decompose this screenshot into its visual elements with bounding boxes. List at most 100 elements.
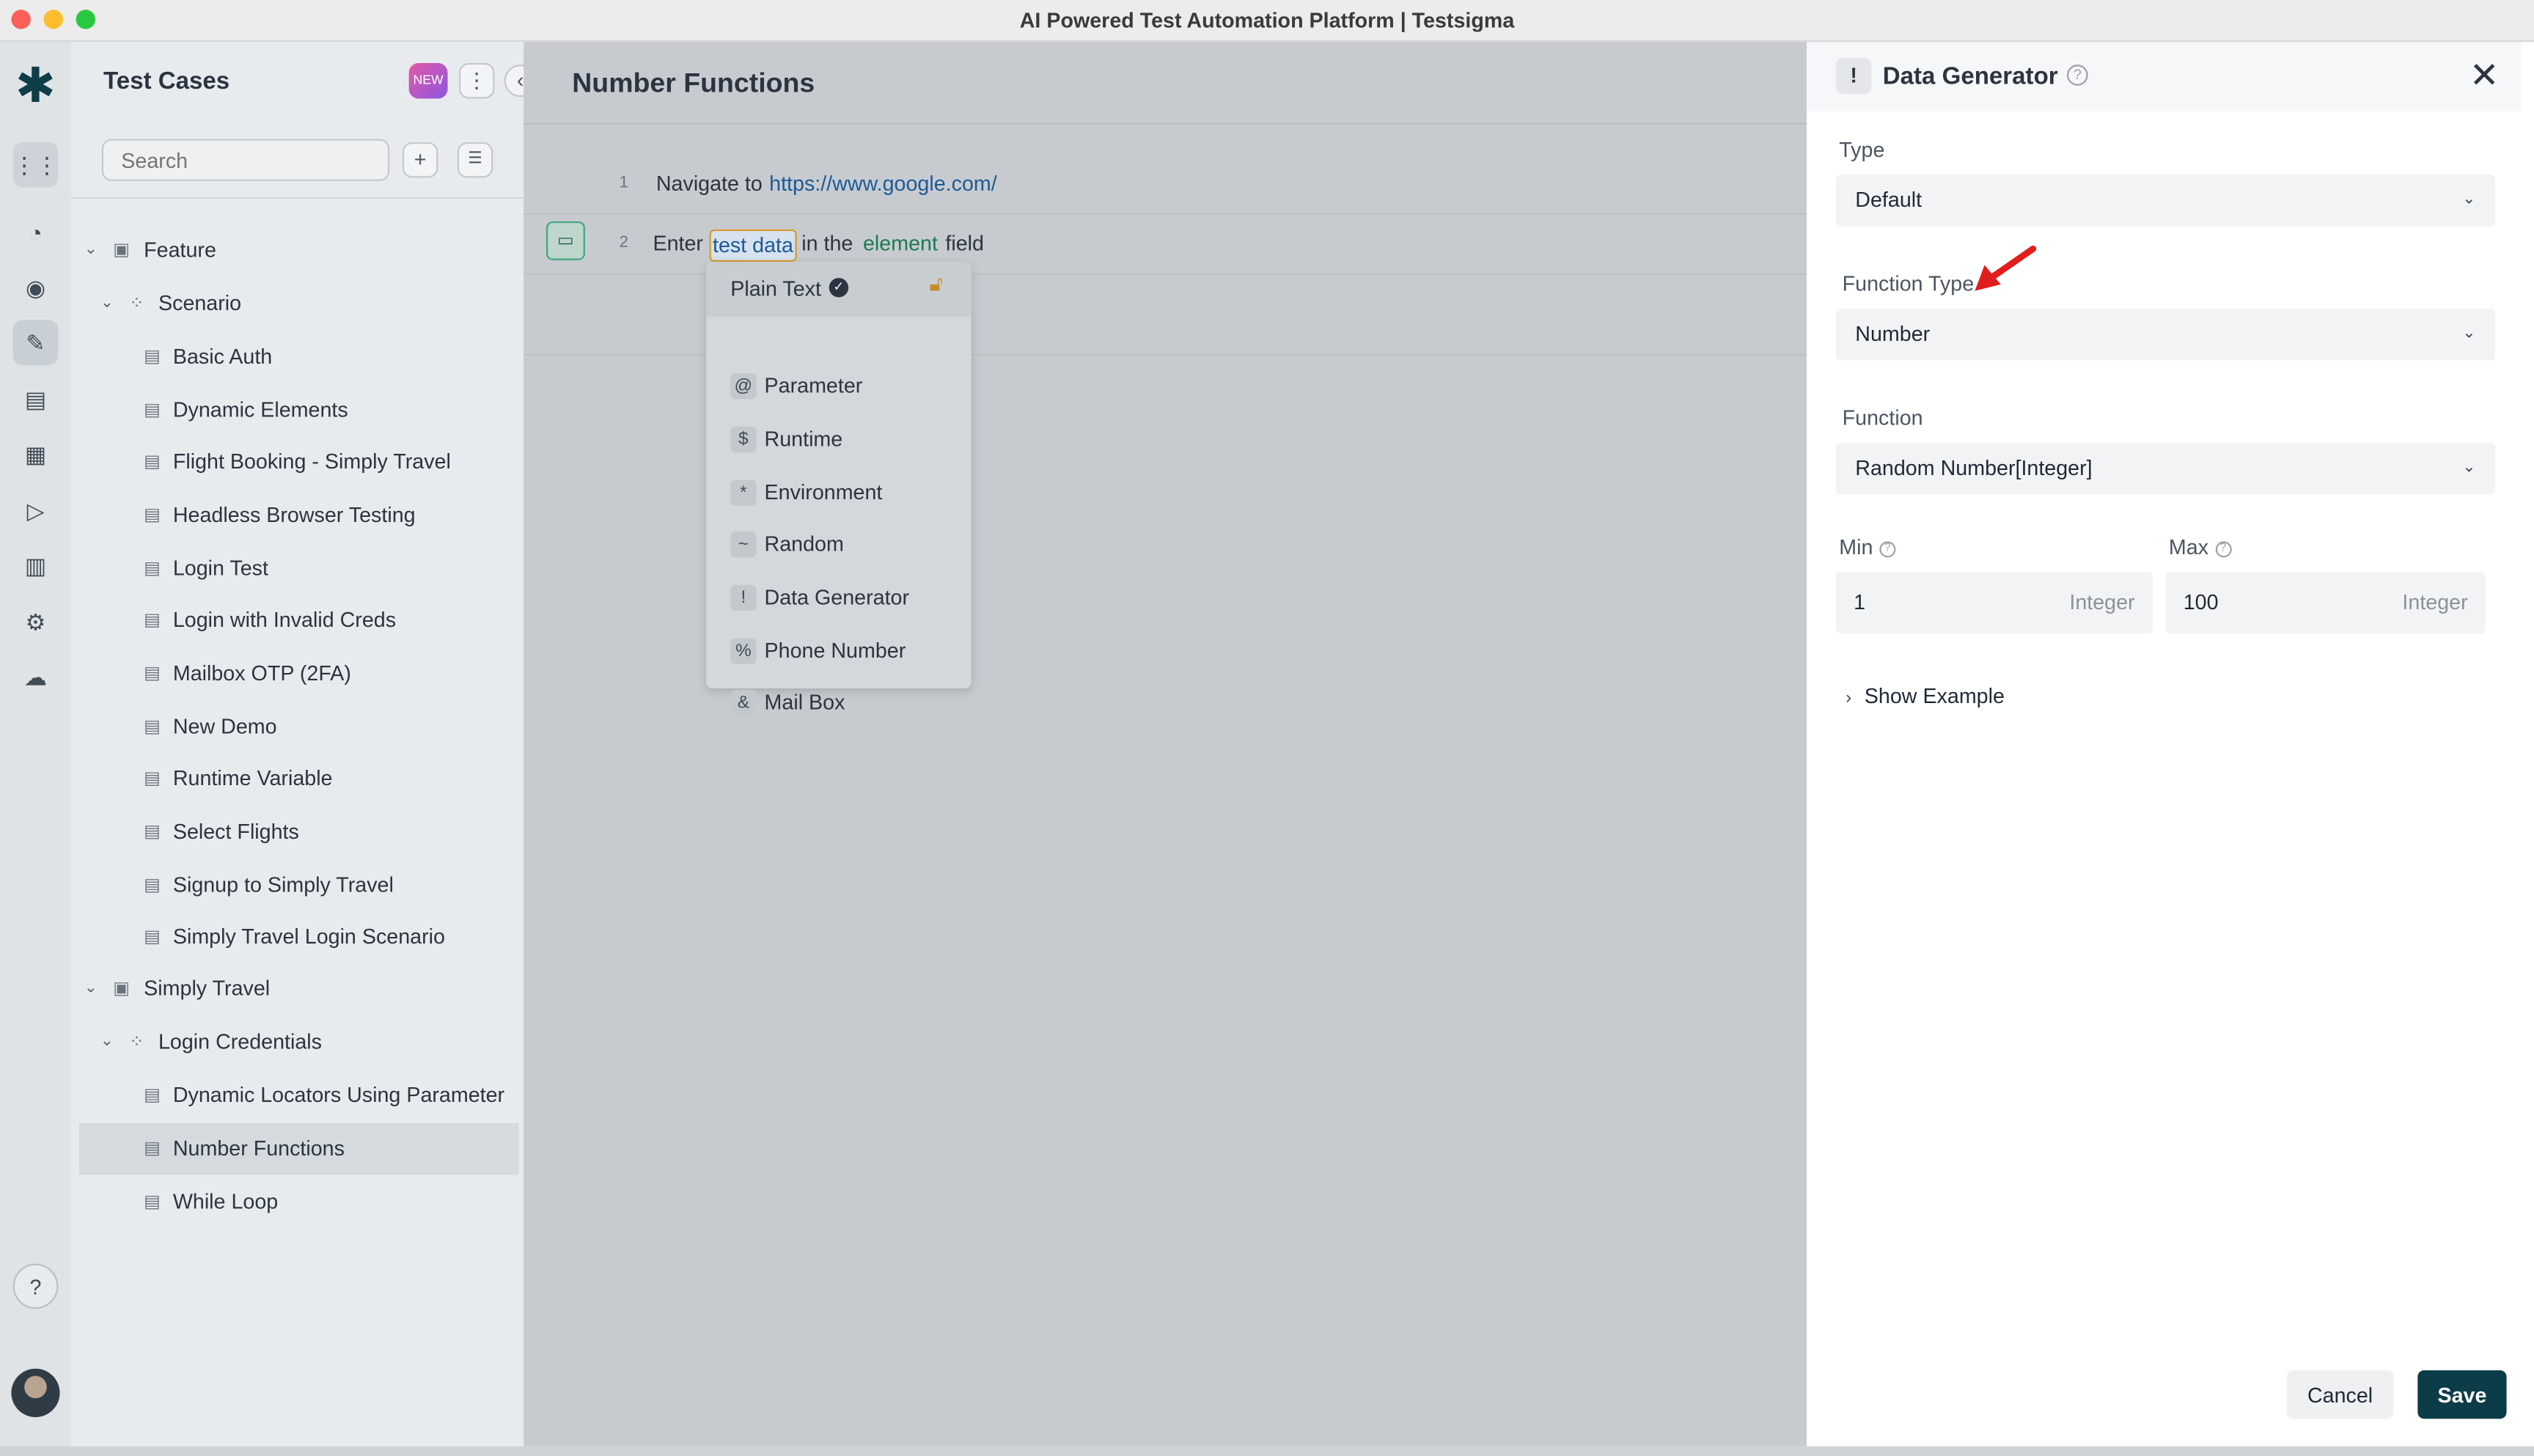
document-icon: ▤ bbox=[144, 1192, 161, 1213]
tree-case[interactable]: ▤ Headless Browser Testing bbox=[79, 490, 519, 542]
add-test-case-button[interactable]: + bbox=[402, 141, 438, 178]
step-number: 2 bbox=[619, 234, 628, 252]
tree-folder-simply-travel[interactable]: ⌄ ▣ Simply Travel bbox=[79, 963, 519, 1015]
chevron-down-icon: ⌄ bbox=[2462, 458, 2476, 477]
test-data-icon[interactable]: ▤ bbox=[13, 377, 59, 422]
save-button[interactable]: Save bbox=[2417, 1370, 2507, 1419]
checklist-button[interactable]: ☰ bbox=[457, 141, 493, 178]
function-select-value: Random Number[Integer] bbox=[1855, 455, 2093, 480]
data-generator-glyph-icon: ! bbox=[730, 584, 757, 611]
elements-icon[interactable]: ▦ bbox=[13, 431, 59, 477]
ai-agent-icon[interactable]: ◉ bbox=[13, 265, 59, 310]
menu-item-data-generator[interactable]: ! Data Generator bbox=[706, 572, 971, 624]
menu-item-plain-text[interactable]: Plain Text ✓ 🔓︎ bbox=[706, 262, 972, 317]
tree-case[interactable]: ▤ Basic Auth bbox=[79, 331, 519, 383]
data-generator-icon: ! bbox=[1835, 58, 1872, 94]
menu-item-parameter[interactable]: @ Parameter bbox=[706, 361, 971, 413]
runtime-glyph-icon: $ bbox=[730, 426, 757, 453]
tree-item-label: Headless Browser Testing bbox=[172, 502, 416, 527]
tree-item-label: Feature bbox=[144, 238, 216, 262]
help-circle-icon[interactable]: ? bbox=[1879, 540, 1896, 557]
tree-item-label: Simply Travel Login Scenario bbox=[172, 924, 445, 949]
help-icon[interactable]: ? bbox=[12, 1263, 59, 1309]
max-label: Max? bbox=[2169, 535, 2231, 559]
document-icon: ▤ bbox=[144, 822, 161, 842]
folder-icon: ▣ bbox=[113, 979, 131, 999]
test-cases-icon[interactable]: ✎ bbox=[12, 320, 59, 366]
test-cases-sidebar: Test Cases NEW ⋮ ‹ + ☰ ⌄ ▣ Feature ⌄ ⁘ S… bbox=[70, 42, 537, 1446]
menu-item-mail-box[interactable]: & Mail Box bbox=[706, 677, 971, 726]
min-label: Min? bbox=[1839, 535, 1896, 559]
menu-item-environment[interactable]: * Environment bbox=[706, 467, 971, 519]
chevron-down-icon[interactable]: ⌄ bbox=[84, 224, 98, 276]
tree-case[interactable]: ▤ Runtime Variable bbox=[79, 753, 519, 805]
tree-case[interactable]: ▤ Login with Invalid Creds bbox=[79, 595, 519, 647]
settings-icon[interactable]: ⚙ bbox=[13, 600, 59, 645]
more-options-icon[interactable]: ⋮ bbox=[458, 62, 495, 99]
tree-case[interactable]: ▤ While Loop bbox=[79, 1177, 519, 1229]
chevron-down-icon[interactable]: ⌄ bbox=[100, 278, 114, 330]
new-feature-badge[interactable]: NEW bbox=[408, 62, 448, 99]
test-step-1[interactable]: 1 Navigate to https://www.google.com/ bbox=[524, 153, 1807, 216]
search-input[interactable] bbox=[101, 139, 390, 181]
test-data-chip[interactable]: test data bbox=[709, 229, 797, 262]
menu-item-label: Runtime bbox=[764, 426, 843, 451]
tree-case[interactable]: ▤ Login Test bbox=[79, 543, 519, 595]
min-value: 1 bbox=[1854, 589, 1866, 614]
tree-case[interactable]: ▤ Dynamic Elements bbox=[79, 385, 519, 437]
min-input[interactable]: 1 Integer bbox=[1835, 572, 2153, 634]
document-icon: ▤ bbox=[144, 663, 161, 684]
tree-group-scenario[interactable]: ⌄ ⁘ Scenario bbox=[79, 278, 519, 330]
tree-item-label: New Demo bbox=[172, 714, 277, 739]
close-icon[interactable]: ✕ bbox=[2469, 57, 2500, 93]
tree-case[interactable]: ▤ Simply Travel Login Scenario bbox=[79, 911, 519, 963]
show-example-toggle[interactable]: › Show Example bbox=[1846, 683, 2005, 707]
tree-case[interactable]: ▤ Dynamic Locators Using Parameter bbox=[79, 1070, 519, 1122]
folder-icon: ▣ bbox=[113, 240, 131, 260]
chevron-down-icon[interactable]: ⌄ bbox=[84, 963, 98, 1015]
max-label-text: Max bbox=[2168, 534, 2209, 559]
tree-folder-feature[interactable]: ⌄ ▣ Feature bbox=[79, 224, 519, 276]
tree-case[interactable]: ▤ Select Flights bbox=[79, 806, 519, 858]
test-data-type-menu: Plain Text ✓ 🔓︎ @ Parameter $ Runtime * Env… bbox=[706, 262, 972, 716]
tree-item-label: Login Test bbox=[172, 556, 268, 581]
chevron-down-icon: ⌄ bbox=[2462, 191, 2476, 209]
test-case-editor: Number Functions 1 Navigate to https://w… bbox=[524, 42, 1807, 1446]
tree-case[interactable]: ▤ Mailbox OTP (2FA) bbox=[79, 648, 519, 700]
document-icon: ▤ bbox=[144, 559, 161, 579]
menu-item-label: Data Generator bbox=[764, 584, 910, 609]
document-icon: ▤ bbox=[144, 347, 161, 367]
tree-case[interactable]: ▤ New Demo bbox=[79, 702, 519, 754]
tree-case[interactable]: ▤ Signup to Simply Travel bbox=[79, 860, 519, 912]
tree-case[interactable]: ▤ Flight Booking - Simply Travel bbox=[79, 436, 519, 488]
lock-icon[interactable]: 🔓︎ bbox=[929, 271, 943, 297]
function-select[interactable]: Random Number[Integer] ⌄ bbox=[1835, 442, 2496, 495]
chevron-down-icon[interactable]: ⌄ bbox=[100, 1016, 114, 1068]
testsigma-logo-icon[interactable]: ✱ bbox=[10, 61, 62, 114]
apps-grid-icon[interactable]: ⋮⋮ bbox=[12, 141, 59, 188]
document-icon: ▤ bbox=[144, 505, 161, 526]
tree-case-selected[interactable]: ▤ Number Functions bbox=[79, 1122, 519, 1175]
step-url-link[interactable]: https://www.google.com/ bbox=[769, 153, 997, 213]
tree-item-label: Signup to Simply Travel bbox=[172, 872, 394, 897]
reports-icon[interactable]: ▥ bbox=[13, 543, 59, 589]
tree-item-label: Login with Invalid Creds bbox=[172, 607, 397, 632]
type-select[interactable]: Default ⌄ bbox=[1835, 174, 2496, 227]
max-unit: Integer bbox=[2402, 589, 2468, 614]
menu-item-random[interactable]: ~ Random bbox=[706, 519, 971, 571]
show-example-label: Show Example bbox=[1864, 683, 2005, 708]
tree-item-label: Login Credentials bbox=[158, 1029, 323, 1054]
max-input[interactable]: 100 Integer bbox=[2165, 572, 2486, 634]
dashboard-icon[interactable]: ◔ bbox=[13, 210, 59, 256]
menu-item-runtime[interactable]: $ Runtime bbox=[706, 413, 971, 466]
menu-item-phone-number[interactable]: % Phone Number bbox=[706, 625, 971, 677]
function-type-select[interactable]: Number ⌄ bbox=[1835, 308, 2496, 361]
function-type-label: Function Type bbox=[1842, 271, 1975, 296]
help-circle-icon[interactable]: ? bbox=[2214, 540, 2231, 557]
cloud-icon[interactable]: ☁ bbox=[13, 655, 59, 700]
run-icon[interactable]: ▷ bbox=[13, 488, 59, 534]
help-circle-icon[interactable]: ? bbox=[2067, 65, 2088, 86]
user-avatar[interactable] bbox=[11, 1368, 60, 1417]
tree-group-login-credentials[interactable]: ⌄ ⁘ Login Credentials bbox=[79, 1016, 519, 1068]
cancel-button[interactable]: Cancel bbox=[2286, 1370, 2394, 1419]
